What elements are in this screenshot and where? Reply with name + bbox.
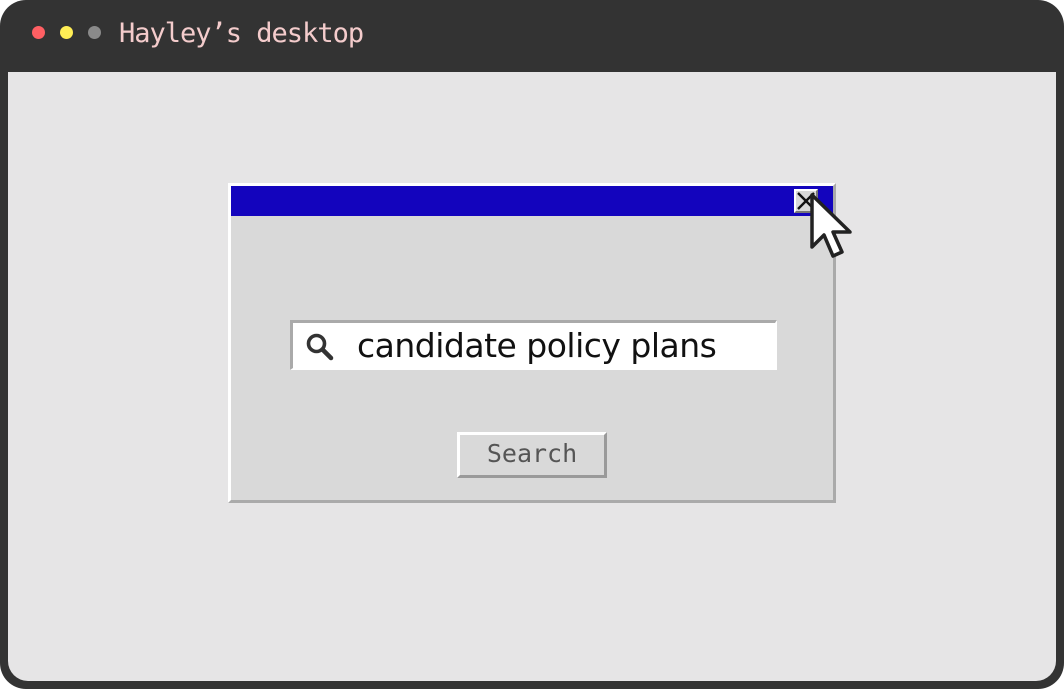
window-title: Hayley’s desktop: [119, 18, 364, 49]
search-button[interactable]: Search: [457, 432, 607, 478]
window-titlebar: Hayley’s desktop: [0, 0, 1064, 72]
close-window-dot[interactable]: [32, 26, 45, 39]
search-icon: [306, 333, 334, 361]
dialog-titlebar[interactable]: [231, 186, 833, 216]
app-window: Hayley’s desktop candidate policy plans …: [0, 0, 1064, 689]
search-dialog: candidate policy plans Search: [228, 183, 836, 503]
search-input[interactable]: candidate policy plans: [290, 320, 777, 370]
minimize-window-dot[interactable]: [60, 26, 73, 39]
zoom-window-dot[interactable]: [88, 26, 101, 39]
search-input-value: candidate policy plans: [357, 326, 717, 365]
arrow-cursor-icon: [810, 193, 852, 258]
